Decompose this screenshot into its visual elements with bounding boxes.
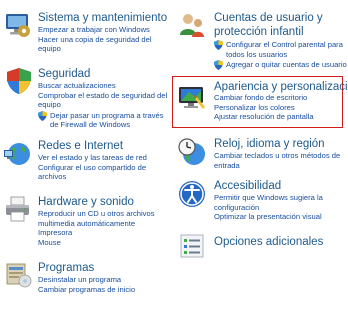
link-firewall[interactable]: Dejar pasar un programa a través de Fire…: [38, 111, 172, 130]
additional-options-title[interactable]: Opciones adicionales: [214, 235, 323, 249]
uac-shield-icon: [38, 110, 47, 121]
link-getting-started[interactable]: Empezar a trabajar con Windows: [38, 25, 158, 35]
network-globe-icon[interactable]: [3, 138, 33, 168]
network-internet-title[interactable]: Redes e Internet: [38, 139, 123, 153]
user-accounts-title-line2[interactable]: protección infantil: [214, 25, 304, 39]
link-network-status[interactable]: Ver el estado y las tareas de red: [38, 153, 168, 163]
link-optimize-display[interactable]: Optimizar la presentación visual: [214, 212, 342, 222]
link-screen-resolution[interactable]: Ajustar resolución de pantalla: [214, 112, 314, 122]
uac-shield-icon: [214, 60, 223, 71]
appearance-title[interactable]: Apariencia y personalización: [214, 80, 348, 94]
link-add-remove-accounts[interactable]: Agregar o quitar cuentas de usuario: [214, 60, 348, 71]
link-uninstall[interactable]: Desinstalar un programa: [38, 275, 135, 285]
security-title[interactable]: Seguridad: [38, 67, 90, 81]
appearance-monitor-icon[interactable]: [177, 83, 207, 113]
link-security-status[interactable]: Comprobar el estado de seguridad del equ…: [38, 91, 168, 110]
link-check-updates[interactable]: Buscar actualizaciones: [38, 81, 172, 91]
link-autoplay[interactable]: Reproducir un CD u otros archivos multim…: [38, 209, 156, 228]
security-shield-icon[interactable]: [4, 66, 34, 96]
link-mouse[interactable]: Mouse: [38, 238, 156, 248]
link-backup[interactable]: Hacer una copia de seguridad del equipo: [38, 35, 158, 54]
computer-maintenance-icon[interactable]: [3, 10, 33, 40]
link-parental-control[interactable]: Configurar el Control parental para todo…: [214, 40, 348, 59]
link-firewall-label: Dejar pasar un programa a través de Fire…: [50, 110, 164, 130]
uac-shield-icon: [214, 40, 223, 50]
link-startup-programs[interactable]: Cambiar programas de inicio: [38, 285, 135, 295]
programs-title[interactable]: Programas: [38, 261, 94, 275]
link-customize-colors[interactable]: Personalizar los colores: [214, 103, 314, 113]
accessibility-icon[interactable]: [177, 179, 207, 209]
user-accounts-title[interactable]: Cuentas de usuario y: [214, 11, 323, 25]
link-file-sharing[interactable]: Configurar el uso compartido de archivos: [38, 163, 168, 182]
accessibility-title[interactable]: Accesibilidad: [214, 179, 281, 193]
hardware-sound-title[interactable]: Hardware y sonido: [38, 195, 134, 209]
additional-options-icon[interactable]: [177, 231, 207, 261]
link-add-remove-accounts-label: Agregar o quitar cuentas de usuario: [226, 60, 347, 70]
link-windows-suggest[interactable]: Permitir que Windows sugiera la configur…: [214, 193, 342, 212]
user-accounts-icon[interactable]: [177, 10, 207, 40]
system-maintenance-title[interactable]: Sistema y mantenimiento: [38, 11, 167, 25]
link-parental-control-label: Configurar el Control parental para todo…: [226, 40, 343, 59]
programs-icon[interactable]: [3, 259, 33, 289]
link-change-keyboards[interactable]: Cambiar teclados u otros métodos de entr…: [214, 151, 342, 170]
link-change-background[interactable]: Cambiar fondo de escritorio: [214, 93, 314, 103]
printer-hardware-icon[interactable]: [3, 194, 33, 224]
link-printer[interactable]: Impresora: [38, 228, 156, 238]
clock-language-title[interactable]: Reloj, idioma y región: [214, 137, 325, 151]
clock-globe-icon[interactable]: [177, 137, 207, 167]
